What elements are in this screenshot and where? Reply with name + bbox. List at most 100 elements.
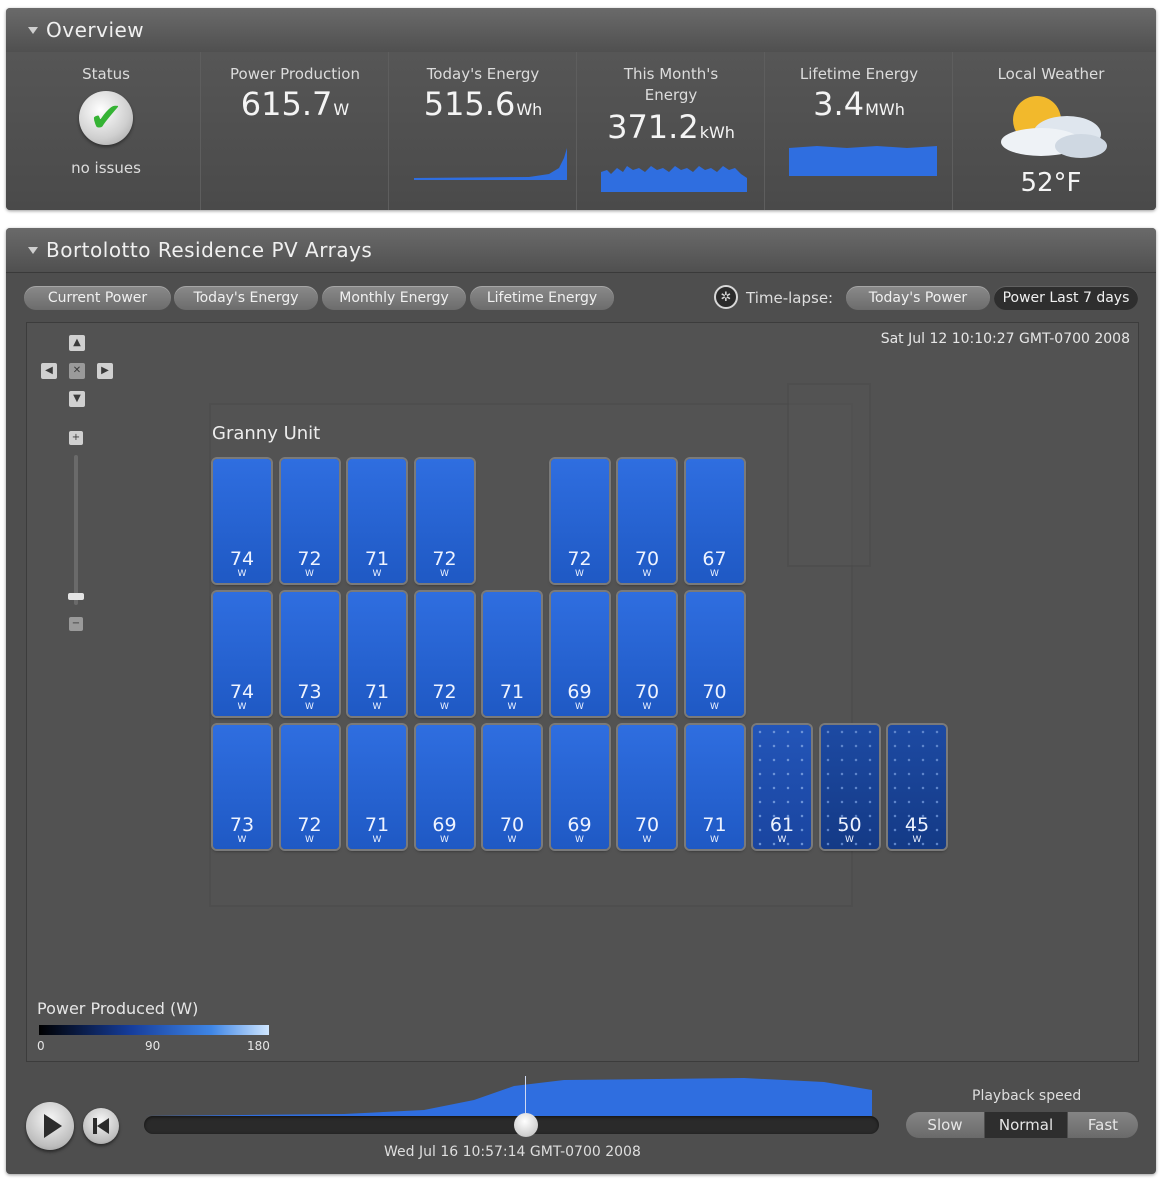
pv-panel-unit: W [507, 835, 517, 845]
pv-panel-unit: W [237, 702, 247, 712]
tab-todays-energy[interactable]: Today's Energy [174, 286, 318, 310]
arrays-header[interactable]: Bortolotto Residence PV Arrays [6, 228, 1156, 273]
pan-left-icon[interactable]: ◀ [41, 363, 57, 379]
pv-panel-watts: 70 [634, 681, 660, 703]
pv-panel[interactable]: 74 W [213, 592, 271, 716]
pv-panel-watts: 74 [229, 548, 255, 570]
pv-panel-unit: W [575, 702, 584, 712]
todays-energy-tile: Today's Energy 515.6Wh [388, 52, 577, 210]
play-button[interactable] [26, 1102, 74, 1150]
pv-panel[interactable]: 70 W [685, 592, 744, 716]
weather-temp: 52°F [1020, 168, 1082, 198]
pv-panel-unit: W [305, 835, 314, 845]
pv-panel[interactable]: 72 W [415, 592, 474, 716]
pv-panel[interactable]: 72 W [415, 459, 474, 583]
pv-panel[interactable]: 71 W [348, 592, 406, 716]
month-energy-sparkline [601, 166, 747, 192]
pan-up-icon[interactable]: ▲ [69, 335, 85, 351]
pv-panel[interactable]: 67 W [685, 459, 744, 583]
playback-track[interactable] [144, 1116, 879, 1134]
pv-panel[interactable]: 73 W [213, 725, 271, 849]
playback-time: Wed Jul 16 10:57:14 GMT-0700 2008 [384, 1144, 641, 1160]
zoom-in-icon[interactable]: + [69, 431, 83, 445]
rewind-button[interactable] [83, 1108, 119, 1144]
lifetime-energy-tile: Lifetime Energy 3.4MWh [764, 52, 953, 210]
tab-lifetime-energy[interactable]: Lifetime Energy [470, 286, 614, 310]
pv-panel-unit: W [372, 569, 382, 579]
pv-panel[interactable]: 71 W [483, 592, 541, 716]
pv-panel-unit: W [372, 702, 382, 712]
roof-outline-2 [787, 383, 871, 567]
collapse-triangle-icon[interactable] [28, 246, 38, 254]
pv-panel[interactable]: 72 W [280, 459, 339, 583]
pv-panel[interactable]: 71 W [348, 725, 406, 849]
pv-panel-watts: 73 [297, 681, 322, 703]
power-production-label: Power Production [230, 65, 360, 83]
legend-gradient [39, 1025, 269, 1035]
pv-panel[interactable]: 72 W [280, 725, 339, 849]
pan-down-icon[interactable]: ▼ [69, 391, 85, 407]
pv-panel[interactable]: 70 W [618, 459, 676, 583]
power-production-value: 615.7W [240, 85, 350, 123]
collapse-triangle-icon[interactable] [28, 26, 38, 34]
overview-header[interactable]: Overview [6, 8, 1156, 53]
pv-panel-watts: 74 [229, 681, 255, 703]
pv-panel-unit: W [440, 569, 449, 579]
todays-energy-value: 515.6Wh [423, 85, 543, 123]
zoom-out-icon[interactable]: − [69, 617, 83, 631]
lifetime-energy-value: 3.4MWh [813, 85, 905, 123]
tab-current-power[interactable]: Current Power [24, 286, 171, 310]
tab-monthly-energy[interactable]: Monthly Energy [322, 286, 466, 310]
pan-right-icon[interactable]: ▶ [97, 363, 113, 379]
pv-panel[interactable]: 45 W [888, 725, 946, 849]
legend-title: Power Produced (W) [37, 999, 199, 1018]
pv-panel[interactable]: 73 W [280, 592, 339, 716]
map-timestamp: Sat Jul 12 10:10:27 GMT-0700 2008 [880, 331, 1130, 347]
pv-panel-watts: 70 [634, 814, 660, 836]
pv-panel-unit: W [642, 569, 652, 579]
weather-label: Local Weather [997, 65, 1105, 83]
pv-panel[interactable]: 69 W [550, 592, 609, 716]
month-energy-label: This Month's Energy [623, 65, 719, 104]
pv-panel-unit: W [305, 702, 314, 712]
status-tile: Status ✔ no issues [12, 52, 200, 210]
lifetime-energy-sparkline [789, 146, 937, 176]
tab-power-last-7-days[interactable]: Power Last 7 days [994, 286, 1138, 310]
speed-fast-button[interactable]: Fast [1068, 1112, 1138, 1138]
pv-panel-watts: 61 [769, 814, 795, 836]
legend-tick-180: 180 [247, 1039, 270, 1053]
pv-panel[interactable]: 69 W [550, 725, 609, 849]
pv-panel-watts: 69 [567, 681, 592, 703]
tab-todays-power[interactable]: Today's Power [846, 286, 990, 310]
pv-panel[interactable]: 61 W [753, 725, 811, 849]
pv-panel[interactable]: 70 W [618, 725, 676, 849]
pv-panel[interactable]: 71 W [348, 459, 406, 583]
playback-knob[interactable] [514, 1113, 538, 1137]
speed-slow-button[interactable]: Slow [906, 1112, 984, 1138]
pv-panel-unit: W [710, 569, 719, 579]
zoom-handle[interactable] [68, 593, 84, 600]
pv-panel-watts: 72 [432, 681, 457, 703]
pv-panel-unit: W [440, 702, 449, 712]
pv-panel[interactable]: 71 W [685, 725, 744, 849]
speed-normal-button[interactable]: Normal [985, 1112, 1067, 1138]
pv-panel-watts: 72 [432, 548, 457, 570]
pv-panel-unit: W [575, 835, 584, 845]
pv-panel[interactable]: 50 W [820, 725, 879, 849]
power-production-tile: Power Production 615.7W [200, 52, 389, 210]
month-energy-value: 371.2kWh [607, 108, 735, 146]
lifetime-energy-label: Lifetime Energy [799, 65, 919, 83]
pv-panel-watts: 45 [904, 814, 930, 836]
pv-panel[interactable]: 70 W [483, 725, 541, 849]
pv-panel-unit: W [845, 835, 854, 845]
pv-panel[interactable]: 69 W [415, 725, 474, 849]
timelapse-label: Time-lapse: [746, 289, 834, 307]
pv-panel[interactable]: 70 W [618, 592, 676, 716]
pan-center-icon[interactable]: ✕ [69, 363, 85, 379]
pv-panel[interactable]: 74 W [213, 459, 271, 583]
zoom-slider[interactable] [74, 455, 78, 605]
legend-tick-90: 90 [145, 1039, 161, 1053]
pv-panel[interactable]: 72 W [550, 459, 609, 583]
array-map[interactable]: Sat Jul 12 10:10:27 GMT-0700 2008 ▲ ◀ ✕ … [26, 322, 1139, 1062]
pv-panel-unit: W [440, 835, 449, 845]
